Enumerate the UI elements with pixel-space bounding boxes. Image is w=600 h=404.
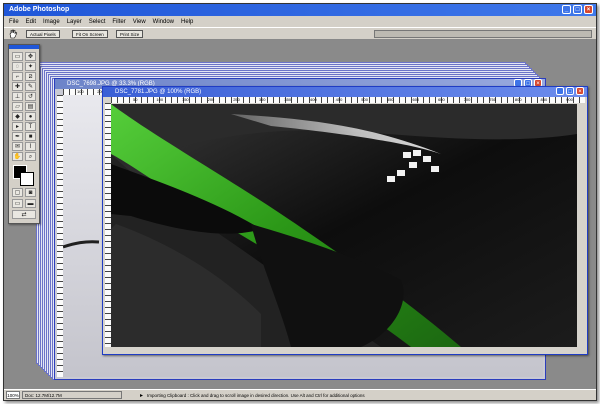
ruler-label: 800 [514,97,522,102]
ruler-label: 300 [258,97,266,102]
ruler-label: 400 [310,97,317,102]
brush-tool-icon[interactable]: ✎ [25,82,36,91]
ruler-label: 850 [540,97,548,102]
jump-to-imageready-icon[interactable]: ⇄ [12,210,36,219]
status-bar: 100% Doc: 12.7M/12.7M ▸ Importing Clipbo… [4,389,596,400]
fit-on-screen-button[interactable]: Fit On Screen [72,30,108,38]
type-tool-icon[interactable]: T [25,122,36,131]
status-arrow-icon[interactable]: ▸ [140,392,143,399]
toolbox-grip[interactable] [9,45,39,49]
marquee-tool-icon[interactable]: ▭ [12,52,23,61]
ruler-label: 250 [233,97,240,102]
window-controls: _ □ × [562,5,593,14]
ruler-label: 650 [438,97,445,102]
ruler-label: 600 [412,97,420,102]
standard-mode-icon[interactable]: ▢ [12,188,23,197]
eyedropper-tool-icon[interactable]: ⌇ [25,142,36,151]
pen-tool-icon[interactable]: ✒ [12,132,23,141]
menu-layer[interactable]: Layer [67,19,82,25]
maximize-button[interactable]: □ [573,5,582,14]
actual-pixels-button[interactable]: Actual Pixels [26,30,60,38]
close-button[interactable]: × [576,87,584,95]
ruler-label: 50 [133,97,138,102]
screen-mode-standard-icon[interactable]: ▭ [12,199,23,208]
menu-bar: File Edit Image Layer Select Filter View… [4,16,596,27]
ruler-label: 200 [207,97,215,102]
document-controls: _ □ × [556,87,584,95]
document-canvas-front[interactable] [111,104,577,347]
ruler-label: 900 [566,97,573,102]
menu-window[interactable]: Window [153,19,174,25]
menu-file[interactable]: File [9,19,19,25]
mouse-closeup-photo [111,104,577,347]
menu-image[interactable]: Image [43,19,60,25]
print-size-button[interactable]: Print Size [116,30,144,38]
ruler-label: 450 [335,97,343,102]
hand-icon[interactable] [8,29,18,39]
lasso-tool-icon[interactable]: ◌ [12,62,23,71]
shape-tool-icon[interactable]: ■ [25,132,36,141]
dodge-tool-icon[interactable]: ● [25,112,36,121]
ruler-label: 500 [361,97,368,102]
title-bar: Adobe Photoshop _ □ × [4,4,596,16]
document-window-front[interactable]: DSC_7781.JPG @ 100% (RGB) _ □ × 50 100 1… [102,86,588,355]
status-message: Importing Clipboard : Click and drag to … [147,392,365,398]
ruler-label: 100 [156,97,164,102]
crop-tool-icon[interactable]: ⌐ [12,72,23,81]
history-brush-tool-icon[interactable]: ↺ [25,92,36,101]
gradient-tool-icon[interactable]: ▤ [25,102,36,111]
notes-tool-icon[interactable]: ✉ [12,142,23,151]
menu-filter[interactable]: Filter [112,19,125,25]
maximize-button[interactable]: □ [566,87,574,95]
close-button[interactable]: × [584,5,593,14]
menu-select[interactable]: Select [89,19,106,25]
quickmask-mode-icon[interactable]: ◙ [25,188,36,197]
photoshop-window: Adobe Photoshop _ □ × File Edit Image La… [3,3,597,401]
minimize-button[interactable]: _ [556,87,564,95]
doc-size-readout[interactable]: Doc: 12.7M/12.7M [22,391,122,399]
stamp-tool-icon[interactable]: ⊥ [12,92,23,101]
ruler-label: 750 [489,97,496,102]
move-tool-icon[interactable]: ✥ [25,52,36,61]
blur-tool-icon[interactable]: ◆ [12,112,23,121]
magic-wand-tool-icon[interactable]: ✦ [25,62,36,71]
zoom-tool-icon[interactable]: ⌕ [25,152,36,161]
toolbox-palette[interactable]: ▭ ✥ ◌ ✦ ⌐ ⧄ ✚ ✎ ⊥ ↺ ▱ ▤ ◆ ● ▸ T ✒ ■ ✉ ⌇ … [8,44,40,224]
eraser-tool-icon[interactable]: ▱ [12,102,23,111]
menu-help[interactable]: Help [181,19,193,25]
ruler-label: 550 [386,97,394,102]
menu-edit[interactable]: Edit [26,19,36,25]
ruler-label: 350 [284,97,292,102]
window-title: Adobe Photoshop [9,6,70,13]
healing-tool-icon[interactable]: ✚ [12,82,23,91]
hand-tool-icon[interactable]: ✋ [12,152,23,161]
path-select-tool-icon[interactable]: ▸ [12,122,23,131]
ruler-label: 150 [181,97,189,102]
menu-view[interactable]: View [133,19,146,25]
slice-tool-icon[interactable]: ⧄ [25,72,36,81]
ruler-label: 700 [463,97,471,102]
ruler-labels: 50 100 150 200 250 300 350 400 450 500 5… [133,97,573,103]
zoom-field[interactable]: 100% [6,391,20,399]
background-color-swatch[interactable] [20,172,34,186]
minimize-button[interactable]: _ [562,5,571,14]
screen-mode-full-icon[interactable]: ▬ [25,199,36,208]
document-title: DSC_7781.JPG @ 100% (RGB) [115,89,202,95]
options-bar: Actual Pixels Fit On Screen Print Size [4,27,596,40]
workspace: DSC_7698.JPG @ 33.3% (RGB) _ □ × 100 200… [4,40,596,389]
document-title-bar[interactable]: DSC_7781.JPG @ 100% (RGB) _ □ × [103,87,587,97]
palette-well[interactable] [374,30,592,38]
